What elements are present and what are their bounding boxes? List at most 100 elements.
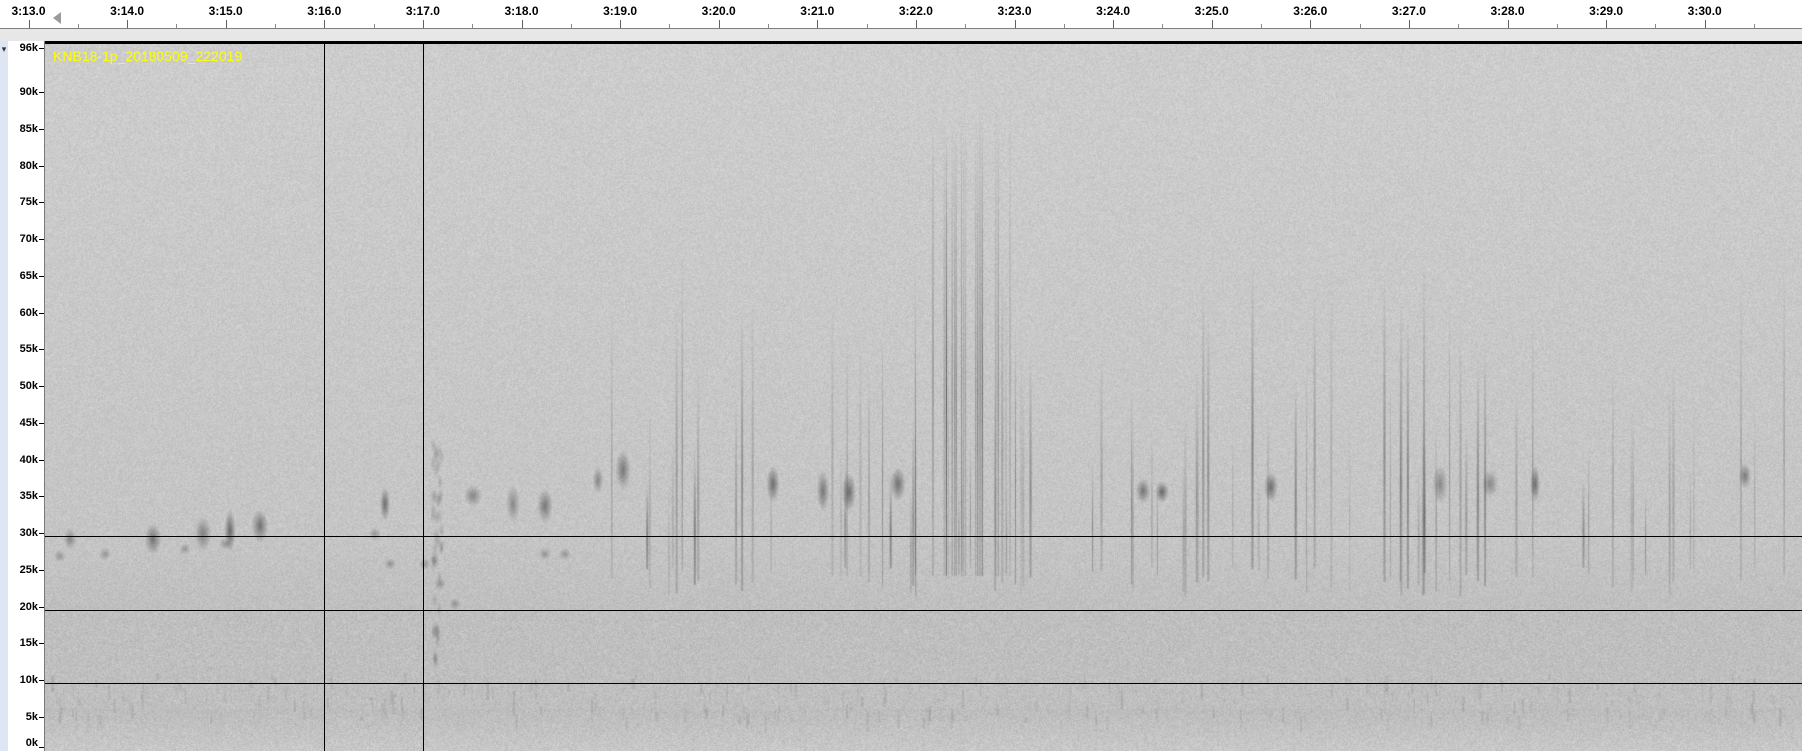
timeline-minor-tick xyxy=(1557,24,1558,28)
timeline-tick-label: 3:18.0 xyxy=(504,4,538,18)
frequency-tick-label: 15k xyxy=(20,637,38,649)
spectrogram-view[interactable]: KNB18-1p_20180509_222019 xyxy=(45,41,1802,751)
timeline-minor-tick xyxy=(768,24,769,28)
frequency-tick xyxy=(39,643,44,644)
timeline-minor-tick xyxy=(1655,24,1656,28)
timeline-tick-label: 3:22.0 xyxy=(899,4,933,18)
playhead-marker-icon[interactable] xyxy=(53,12,61,24)
frequency-tick-label: 0k xyxy=(26,737,38,749)
audio-track: ▾ 96k 90k 85k 80k 75k 70k 65k 60k 55k 50k 45k 40k 35… xyxy=(0,41,1802,751)
timeline-tick-label: 3:16.0 xyxy=(307,4,341,18)
timeline-tick-label: 3:23.0 xyxy=(997,4,1031,18)
timeline-minor-tick xyxy=(669,24,670,28)
frequency-tick xyxy=(39,166,44,167)
frequency-tick xyxy=(39,717,44,718)
timeline-tick-label: 3:20.0 xyxy=(702,4,736,18)
timeline-major-tick xyxy=(1705,20,1706,28)
timeline-major-tick xyxy=(719,20,720,28)
spectrogram-canvas[interactable] xyxy=(45,44,1802,751)
timeline-minor-tick xyxy=(275,24,276,28)
timeline-tick-label: 3:13.0 xyxy=(11,4,45,18)
timeline-minor-tick xyxy=(1754,24,1755,28)
time-guide-line xyxy=(324,44,325,751)
frequency-tick xyxy=(39,313,44,314)
timeline-major-tick xyxy=(127,20,128,28)
frequency-tick-label: 20k xyxy=(20,601,38,613)
timeline-ruler[interactable]: 3:13.0 3:14.0 3:15.0 3:16.0 3:17.0 3:18.0 3:19… xyxy=(0,0,1802,29)
timeline-minor-tick xyxy=(1261,24,1262,28)
frequency-tick-label: 40k xyxy=(20,454,38,466)
timeline-tick-label: 3:30.0 xyxy=(1688,4,1722,18)
timeline-minor-tick xyxy=(867,24,868,28)
track-header-band xyxy=(0,29,1802,41)
frequency-ruler[interactable]: 96k 90k 85k 80k 75k 70k 65k 60k 55k 50k 45k 40k 35k 3… xyxy=(8,41,45,751)
timeline-major-tick xyxy=(1310,20,1311,28)
frequency-tick xyxy=(39,423,44,424)
collapse-arrow-icon[interactable]: ▾ xyxy=(0,44,8,54)
timeline-major-tick xyxy=(423,20,424,28)
frequency-tick xyxy=(39,496,44,497)
frequency-tick xyxy=(39,129,44,130)
frequency-tick-label: 30k xyxy=(20,527,38,539)
timeline-minor-tick xyxy=(965,24,966,28)
timeline-tick-label: 3:14.0 xyxy=(110,4,144,18)
timeline-major-tick xyxy=(1606,20,1607,28)
timeline-tick-label: 3:21.0 xyxy=(800,4,834,18)
timeline-minor-tick xyxy=(472,24,473,28)
timeline-major-tick xyxy=(620,20,621,28)
frequency-guide-line xyxy=(45,683,1802,684)
frequency-tick xyxy=(39,747,44,748)
frequency-tick-label: 85k xyxy=(20,123,38,135)
timeline-major-tick xyxy=(817,20,818,28)
frequency-tick-label: 10k xyxy=(20,674,38,686)
frequency-tick xyxy=(39,386,44,387)
timeline-tick-label: 3:19.0 xyxy=(603,4,637,18)
frequency-tick xyxy=(39,349,44,350)
frequency-tick-label: 35k xyxy=(20,490,38,502)
timeline-minor-tick xyxy=(78,24,79,28)
audio-editor-window: 3:13.0 3:14.0 3:15.0 3:16.0 3:17.0 3:18.0 3:19… xyxy=(0,0,1802,751)
frequency-tick-label: 50k xyxy=(20,380,38,392)
frequency-tick xyxy=(39,92,44,93)
timeline-major-tick xyxy=(226,20,227,28)
frequency-tick xyxy=(39,607,44,608)
timeline-major-tick xyxy=(1212,20,1213,28)
timeline-tick-label: 3:15.0 xyxy=(209,4,243,18)
timeline-major-tick xyxy=(522,20,523,28)
frequency-tick-label: 45k xyxy=(20,417,38,429)
timeline-major-tick xyxy=(916,20,917,28)
frequency-tick xyxy=(39,680,44,681)
timeline-major-tick xyxy=(1409,20,1410,28)
timeline-tick-label: 3:25.0 xyxy=(1195,4,1229,18)
timeline-tick-label: 3:17.0 xyxy=(406,4,440,18)
frequency-tick xyxy=(39,239,44,240)
frequency-tick-label: 55k xyxy=(20,343,38,355)
frequency-tick-label: 65k xyxy=(20,270,38,282)
frequency-tick-label: 60k xyxy=(20,307,38,319)
frequency-tick-label: 90k xyxy=(20,86,38,98)
frequency-guide-line xyxy=(45,610,1802,611)
timeline-major-tick xyxy=(1508,20,1509,28)
timeline-major-tick xyxy=(1113,20,1114,28)
frequency-tick xyxy=(39,276,44,277)
timeline-minor-tick xyxy=(1458,24,1459,28)
timeline-minor-tick xyxy=(1360,24,1361,28)
frequency-tick xyxy=(39,48,44,49)
timeline-minor-tick xyxy=(1162,24,1163,28)
frequency-guide-line xyxy=(45,536,1802,537)
timeline-tick-label: 3:24.0 xyxy=(1096,4,1130,18)
timeline-minor-tick xyxy=(1064,24,1065,28)
timeline-tick-label: 3:28.0 xyxy=(1490,4,1524,18)
frequency-tick xyxy=(39,570,44,571)
frequency-tick-label: 25k xyxy=(20,564,38,576)
timeline-major-tick xyxy=(1015,20,1016,28)
timeline-tick-label: 3:27.0 xyxy=(1392,4,1426,18)
timeline-tick-label: 3:26.0 xyxy=(1293,4,1327,18)
frequency-tick xyxy=(39,202,44,203)
timeline-tick-label: 3:29.0 xyxy=(1589,4,1623,18)
frequency-tick xyxy=(39,460,44,461)
timeline-major-tick xyxy=(29,20,30,28)
frequency-tick-label: 5k xyxy=(26,711,38,723)
frequency-tick-label: 70k xyxy=(20,233,38,245)
timeline-major-tick xyxy=(324,20,325,28)
